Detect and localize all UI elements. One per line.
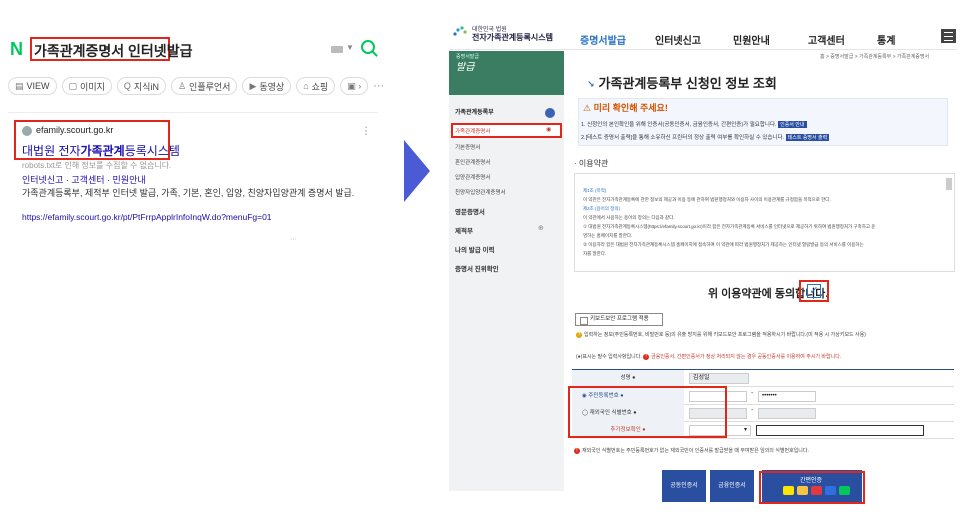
q-icon: Q [123,81,131,91]
sidebar-item-marriage[interactable]: 혼인관계증명서 [455,158,490,166]
banner-sub: 증명서발급 [456,54,480,60]
terms-line: ② 이용자라 함은 대법원 전자가족관계등록시스템 홈페이지에 접속하여 이 약… [583,242,864,247]
warning-icon: ! [574,448,580,454]
radio-icon: ◉ [546,127,552,133]
court-logo-icon[interactable] [452,24,468,38]
more-button[interactable]: ··· [373,80,384,92]
nav-report[interactable]: 인터넷신고 [655,32,701,47]
terms-line: ① 대법원 전자가족관계등록시스템(https://efamily.scourt… [583,224,876,229]
rrn-back-field[interactable]: ••••••• [758,391,816,402]
sidebar-item-basic[interactable]: 기본증명서 [455,143,480,151]
banner-title: 발급 [456,62,475,73]
foreign-back-field[interactable] [758,408,816,419]
info-required: (●)표시는 필수 입력사항입니다. ! 금융인증서, 간편인증서가 정상 처리되… [576,354,842,360]
tab-more-arrow[interactable]: ▣ › [340,77,369,95]
notice-line-1: 1. 신청인의 본인확인을 위해 인증서(공동인증서, 금융인증서, 간편인증)… [581,121,807,128]
simple-auth-label: 간편인증 [800,478,823,484]
sidebar-item-history[interactable]: 나의 발급 이력 [455,244,495,254]
nav-cert[interactable]: 증명서발급 [580,32,626,47]
terms-line: 이 약관에서 사용하는 용어의 정의는 다음과 같다. [583,215,675,220]
image-icon: ▢ [68,80,78,91]
menu-icon[interactable] [941,29,956,43]
nav-stats[interactable]: 통계 [877,32,895,47]
highlight-box [568,386,727,438]
result-robots: robots.txt로 인해 정보를 수집할 수 없습니다. [22,161,172,170]
info-icon: ? [576,332,582,338]
cert-guide-button[interactable]: 인증서 안내 [778,121,807,128]
notice-line-2: 2.[테스트 증명서 출력]을 통해 소유하신 프린터의 정상 출력 여부를 확… [581,134,830,141]
test-print-button[interactable]: 테스트 증명서 출력 [785,134,830,141]
result-title[interactable]: 대법원 전자가족관계등록시스템 [22,142,180,159]
nav-support[interactable]: 고객센터 [808,32,845,47]
agree-checkbox[interactable]: ✓ [807,284,821,298]
terms-line: 제1조 (목적) [583,188,607,193]
sidebar-item-adoption[interactable]: 입양관계증명서 [455,173,490,181]
search-icon[interactable] [361,40,375,54]
list-icon: ▤ [15,80,24,91]
chevron-down-icon[interactable] [545,108,555,118]
warning-icon: ! [643,354,650,360]
terms-line: 이 약관은 전자가족관계등록에 관한 정보의 제공과 이용 등에 관하여 법원행… [583,197,831,202]
toss-icon [811,486,822,495]
extra-input[interactable] [756,425,924,436]
play-icon: ▶ [249,80,257,91]
sidebar-item-removed[interactable]: 제적부 [455,225,473,235]
sidebar-item-family[interactable]: 가족관계증명서 [455,127,490,135]
bank-icon [825,486,836,495]
arrow-right-icon [404,140,430,202]
separator: - [751,390,754,397]
terms-line: 영하는 홈페이지를 말한다. [583,233,633,238]
tab-kin[interactable]: Q 지식iN [116,77,166,95]
search-query[interactable]: 가족관계증명서 인터넷발급 [34,41,192,61]
sidebar-item-verify[interactable]: 증명서 진위확인 [455,263,499,273]
tab-influencer[interactable]: ♙ 인플루언서 [170,77,238,95]
pass-icon [797,486,808,495]
tab-video[interactable]: ▶ 동영상 [242,77,292,95]
sidebar-item-full-adoption[interactable]: 친양자입양관계증명서 [455,188,506,196]
scrollbar[interactable] [946,178,952,190]
chevron-down-icon[interactable]: ▼ [346,43,354,52]
finance-cert-button[interactable]: 금융인증서 [710,470,754,502]
naver-logo[interactable]: N [10,40,28,58]
result-site[interactable]: efamily.scourt.go.kr [36,125,113,135]
breadcrumb: 홈 > 증명서발급 > 가족관계등록부 > 가족관계증명서 [820,54,930,60]
chevron-right-icon: ▣ › [347,80,362,91]
tab-view[interactable]: ▤ VIEW [8,77,57,95]
logo-title[interactable]: 전자가족관계등록시스템 [472,32,553,43]
bag-icon: ⌂ [303,81,309,91]
name-field[interactable]: 김성일 [689,373,749,384]
search-tabs: ▤ VIEW ▢ 이미지 Q 지식iN ♙ 인플루언서 ▶ 동영상 ⌂ 쇼핑 ▣ › ··· [8,76,384,96]
tab-image[interactable]: ▢ 이미지 [61,77,112,95]
terms-line: 자를 말한다. [583,251,607,256]
tab-shopping[interactable]: ⌂ 쇼핑 [296,77,336,95]
sidebar-item-english[interactable]: 영문증명서 [455,206,485,216]
site-favicon-icon [22,126,32,136]
warning-icon: ⚠ [583,103,594,113]
result-url[interactable]: https://efamily.scourt.go.kr/pt/PtFrrpAp… [22,212,272,222]
foreign-note: ! 재외국인 식별번호는 주민등록번호가 없는 재외국민이 인증서를 발급받을 때… [574,447,809,454]
plus-icon[interactable]: ⊕ [538,224,544,232]
keyboard-icon[interactable] [331,46,343,53]
faded-text: ··· [290,236,297,243]
auth-provider-icons [783,486,850,495]
title-keyword: 가족관계 [80,144,125,158]
name-label: 성명 ● [572,370,684,387]
result-desc: 가족관계등록부, 제적부 인터넷 발급, 가족, 기본, 혼인, 입양, 친양자… [22,188,355,198]
separator: - [751,407,754,414]
info-keyboard: ? 입력하는 정보(주민등록번호, 비밀번호 등)의 유출 방지를 위해 키보드보… [576,332,866,338]
terms-box[interactable]: 제1조 (목적) 이 약관은 전자가족관계등록에 관한 정보의 제공과 이용 등에… [574,173,955,272]
person-icon: ♙ [177,80,187,91]
terms-line: 제2조 (용어의 정의) [583,206,620,211]
joint-cert-button[interactable]: 공동인증서 [662,470,706,502]
kakao-icon [783,486,794,495]
result-sitelinks[interactable]: 인터넷신고 · 고객센터 · 민원안내 [22,173,146,186]
section-title: · 이용약관 [574,159,609,168]
naver-icon [839,486,850,495]
nav-civil[interactable]: 민원안내 [733,32,770,47]
keyboard-security-button[interactable]: 키보드보안 프로그램 적용 [575,313,663,326]
notice-title: ⚠ 미리 확인해 주세요! [583,103,668,113]
page-title: 가족관계등록부 신청인 정보 조회 [587,73,777,92]
more-vertical-icon[interactable]: ⋮ [361,126,371,137]
